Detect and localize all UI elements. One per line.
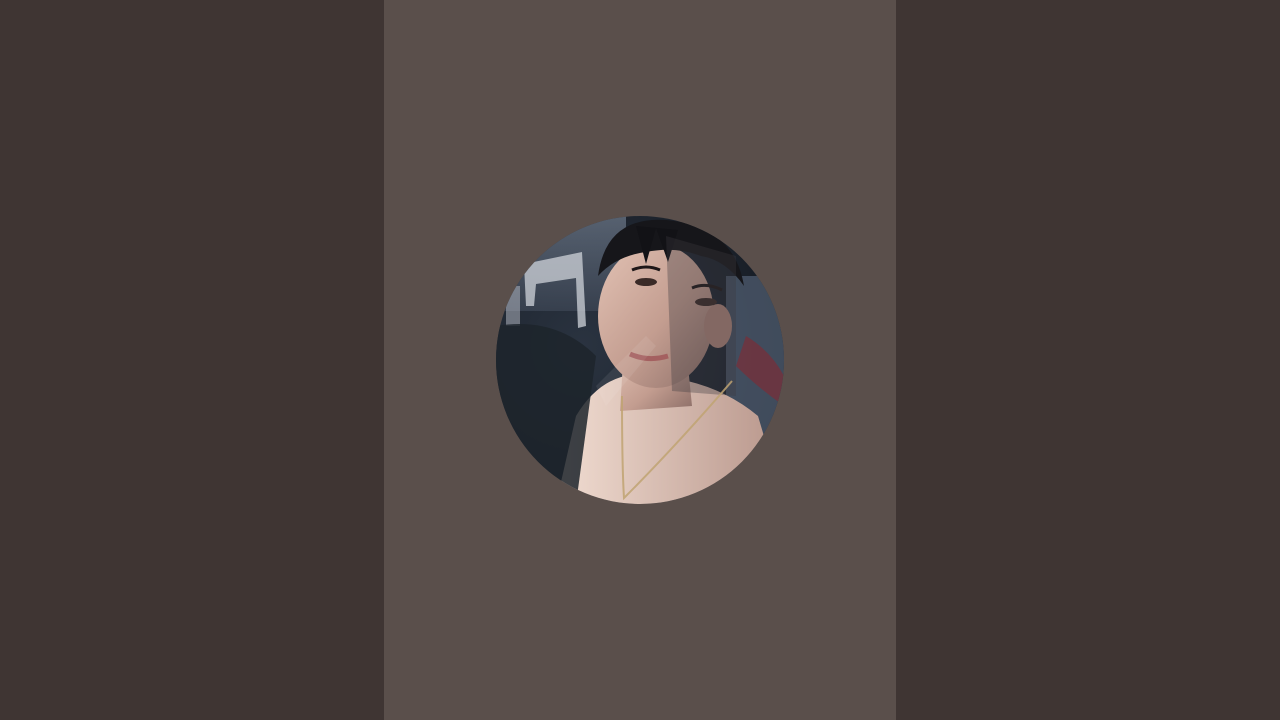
live-stream-placeholder — [0, 0, 1280, 720]
left-backdrop — [0, 0, 384, 720]
channel-avatar — [496, 216, 784, 504]
video-pane — [384, 0, 896, 720]
right-backdrop — [896, 0, 1280, 720]
avatar-photo-icon — [496, 216, 784, 504]
